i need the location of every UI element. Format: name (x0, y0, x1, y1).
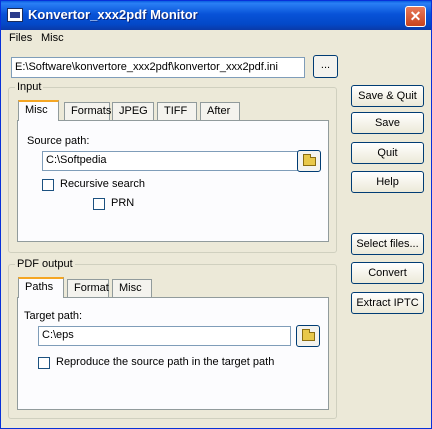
config-path-field[interactable]: E:\Software\konvertore_xxx2pdf\konvertor… (11, 57, 305, 78)
extract-iptc-button[interactable]: Extract IPTC (351, 292, 424, 314)
title-bar[interactable]: Konvertor_xxx2pdf Monitor ✕ (1, 1, 431, 30)
pdf-output-group-label: PDF output (15, 258, 75, 270)
menu-bar: Files Misc (1, 30, 431, 48)
menu-misc[interactable]: Misc (39, 32, 66, 44)
window-title: Konvertor_xxx2pdf Monitor (28, 7, 198, 22)
tab-output-format[interactable]: Format (67, 279, 109, 297)
folder-icon (302, 329, 315, 341)
target-path-browse-button[interactable] (296, 325, 320, 347)
menu-files[interactable]: Files (7, 32, 34, 44)
tab-input-misc[interactable]: Misc (18, 100, 59, 121)
save-button[interactable]: Save (351, 112, 424, 134)
close-button[interactable]: ✕ (405, 6, 426, 27)
help-button[interactable]: Help (351, 171, 424, 193)
close-icon: ✕ (409, 8, 422, 24)
target-path-label: Target path: (24, 310, 83, 322)
input-misc-panel: Source path: C:\Softpedia Recursive sear… (17, 120, 329, 242)
save-quit-button[interactable]: Save & Quit (351, 85, 424, 107)
tab-input-jpeg[interactable]: JPEG (112, 102, 154, 120)
source-path-input[interactable]: C:\Softpedia (42, 151, 310, 171)
tab-output-misc[interactable]: Misc (112, 279, 152, 297)
source-path-label: Source path: (27, 135, 90, 147)
tab-output-paths[interactable]: Paths (18, 277, 64, 298)
main-window: Konvertor_xxx2pdf Monitor ✕ Files Misc E… (0, 0, 432, 429)
recursive-search-checkbox[interactable] (42, 179, 54, 191)
app-window-icon (7, 8, 23, 22)
input-tabstrip: Misc Formats JPEG TIFF After (18, 100, 258, 121)
browse-config-button[interactable]: ... (313, 55, 338, 78)
convert-button[interactable]: Convert (351, 262, 424, 284)
tab-input-formats[interactable]: Formats (64, 102, 111, 120)
output-paths-panel: Target path: C:\eps Reproduce the source… (17, 297, 329, 410)
reproduce-path-checkbox[interactable] (38, 357, 50, 369)
tab-input-after[interactable]: After (200, 102, 240, 120)
recursive-search-label: Recursive search (60, 178, 145, 190)
quit-button[interactable]: Quit (351, 142, 424, 164)
input-group-label: Input (15, 81, 44, 93)
tab-input-tiff[interactable]: TIFF (157, 102, 197, 120)
folder-icon (303, 154, 316, 166)
output-tabstrip: Paths Format Misc (18, 277, 168, 298)
select-files-button[interactable]: Select files... (351, 233, 424, 255)
prn-label: PRN (111, 197, 135, 209)
target-path-input[interactable]: C:\eps (38, 326, 291, 346)
prn-checkbox[interactable] (93, 198, 105, 210)
reproduce-path-label: Reproduce the source path in the target … (56, 356, 275, 368)
input-group: Input Misc Formats JPEG TIFF After Sourc… (8, 81, 337, 253)
pdf-output-group: PDF output Paths Format Misc Target path… (8, 258, 337, 419)
source-path-browse-button[interactable] (297, 150, 321, 172)
